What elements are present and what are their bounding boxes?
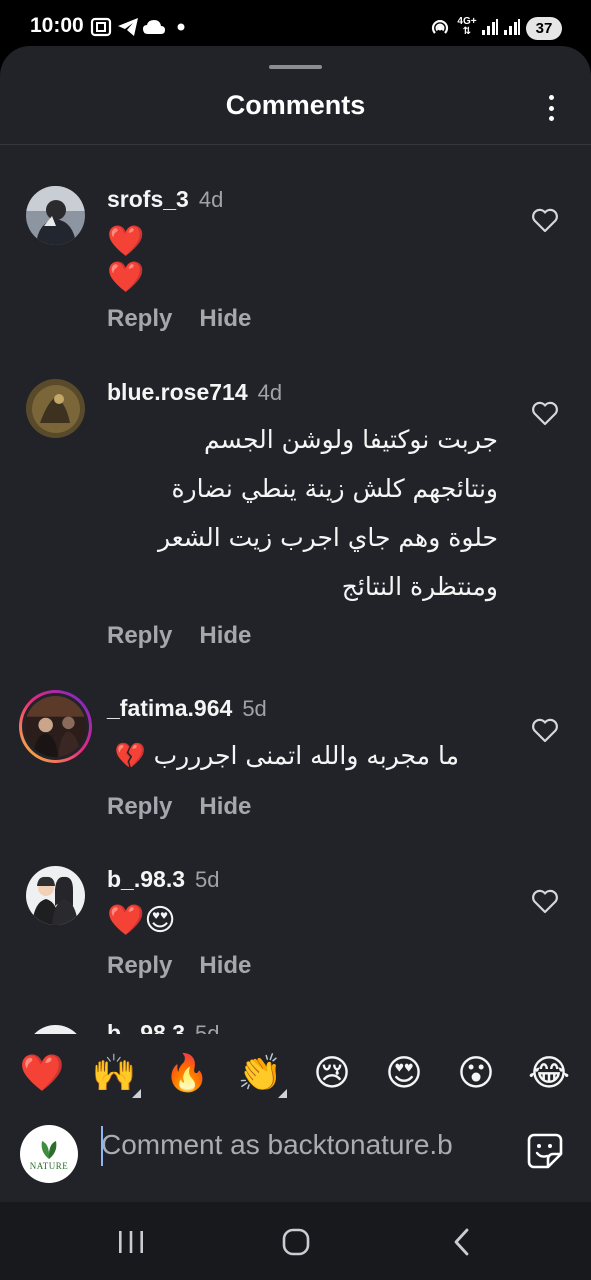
text-cursor [101,1126,103,1166]
like-heart-icon[interactable] [531,207,559,233]
comment-actions: Reply Hide [107,793,251,821]
comment-line: جربت نوكتيفا ولوشن الجسم [204,425,498,454]
comment-time: 4d [257,380,283,405]
more-options-icon[interactable] [536,92,566,124]
comment-time: 5d [242,696,267,721]
avatar[interactable] [26,379,85,438]
comment-username[interactable]: srofs_3 [107,186,189,213]
comment-header: _fatima.964 5d [107,695,267,722]
dot-icon [174,14,188,40]
hide-button[interactable]: Hide [199,305,251,333]
comment-time: 5d [195,867,220,892]
reaction-raised-hands-glyph: 🙌 [91,1052,137,1093]
comment-text: ❤️ ❤️ [107,224,144,296]
reaction-raised-hands[interactable]: 🙌 [91,1050,141,1098]
avatar-logo-text: NATURE [29,1160,69,1171]
data-arrows-icon: 4G+ ⇅ [455,14,479,40]
reply-button[interactable]: Reply [107,952,172,980]
signal-icon [502,14,522,40]
hide-button[interactable]: Hide [199,793,251,821]
data-arrows-glyph: ⇅ [462,26,472,37]
hide-button[interactable]: Hide [199,952,251,980]
telegram-icon [116,14,140,40]
comment-text: ما مجربه والله اتمنى اجرررب 💔 [115,731,459,780]
recents-icon[interactable] [111,1225,151,1259]
reaction-crying[interactable]: 😢 [309,1050,355,1096]
comment-text: ❤️😍 [107,903,176,939]
hotspot-icon [428,14,452,40]
screenshot-icon [89,14,113,40]
comment-username[interactable]: b_.98.3 [107,866,185,893]
sticker-icon[interactable] [526,1132,564,1170]
reaction-laughing[interactable]: 😂 [526,1050,572,1096]
reaction-fire[interactable]: 🔥 [164,1050,210,1096]
reply-button[interactable]: Reply [107,305,172,333]
reaction-heart-eyes[interactable]: 😍 [381,1050,427,1096]
reply-button[interactable]: Reply [107,793,172,821]
hide-button[interactable]: Hide [199,622,251,650]
comment-actions: Reply Hide [107,622,251,650]
status-time: 10:00 [30,14,84,37]
comment-line: ❤️😍 [107,904,176,937]
like-heart-icon[interactable] [531,400,559,426]
comment-username[interactable]: _fatima.964 [107,695,232,722]
comment-line: ومنتظرة النتائج [341,572,498,601]
reply-button[interactable]: Reply [107,622,172,650]
home-icon[interactable] [276,1225,316,1259]
reaction-clap-glyph: 👏 [237,1052,283,1093]
cloud-icon [141,14,167,40]
comments-sheet: Comments [0,46,591,1202]
comment-header: b_.98.3 5d [107,866,219,893]
back-icon[interactable] [442,1225,482,1259]
current-user-avatar: NATURE [20,1125,78,1183]
comment-actions: Reply Hide [107,305,251,333]
skin-tone-indicator [132,1089,141,1098]
like-heart-icon[interactable] [531,888,559,914]
comment-text: جربت نوكتيفا ولوشن الجسم ونتائجهم كلش زي… [158,415,498,611]
comment-line: ❤️ [107,261,145,294]
comment-username[interactable]: blue.rose714 [107,379,248,406]
comment-line: ❤️ [107,225,145,258]
reaction-clap[interactable]: 👏 [237,1050,287,1098]
comment-actions: Reply Hide [107,952,251,980]
comment-header: srofs_3 4d [107,186,223,213]
sheet-title: Comments [225,90,366,120]
reaction-surprised[interactable]: 😮 [453,1050,499,1096]
leaf-logo-icon [41,1140,57,1159]
signal-icon [480,14,500,40]
avatar[interactable] [26,866,85,925]
reaction-heart[interactable]: ❤️ [19,1050,65,1096]
skin-tone-indicator [278,1089,287,1098]
avatar[interactable] [19,690,92,763]
comment-line: ونتائجهم كلش زينة ينطي نضارة [171,474,498,503]
header-divider [0,144,591,145]
comment-time: 4d [198,187,224,212]
battery-indicator: 37 [526,17,562,40]
like-heart-icon[interactable] [531,717,559,743]
comment-header: blue.rose714 4d [107,379,282,406]
drag-handle[interactable] [269,65,322,69]
comment-line: حلوة وهم جاي اجرب زيت الشعر [157,523,498,552]
comment-line: ما مجربه والله اتمنى اجرررب 💔 [114,741,459,770]
comment-input[interactable] [101,1124,506,1166]
avatar[interactable] [26,186,85,245]
